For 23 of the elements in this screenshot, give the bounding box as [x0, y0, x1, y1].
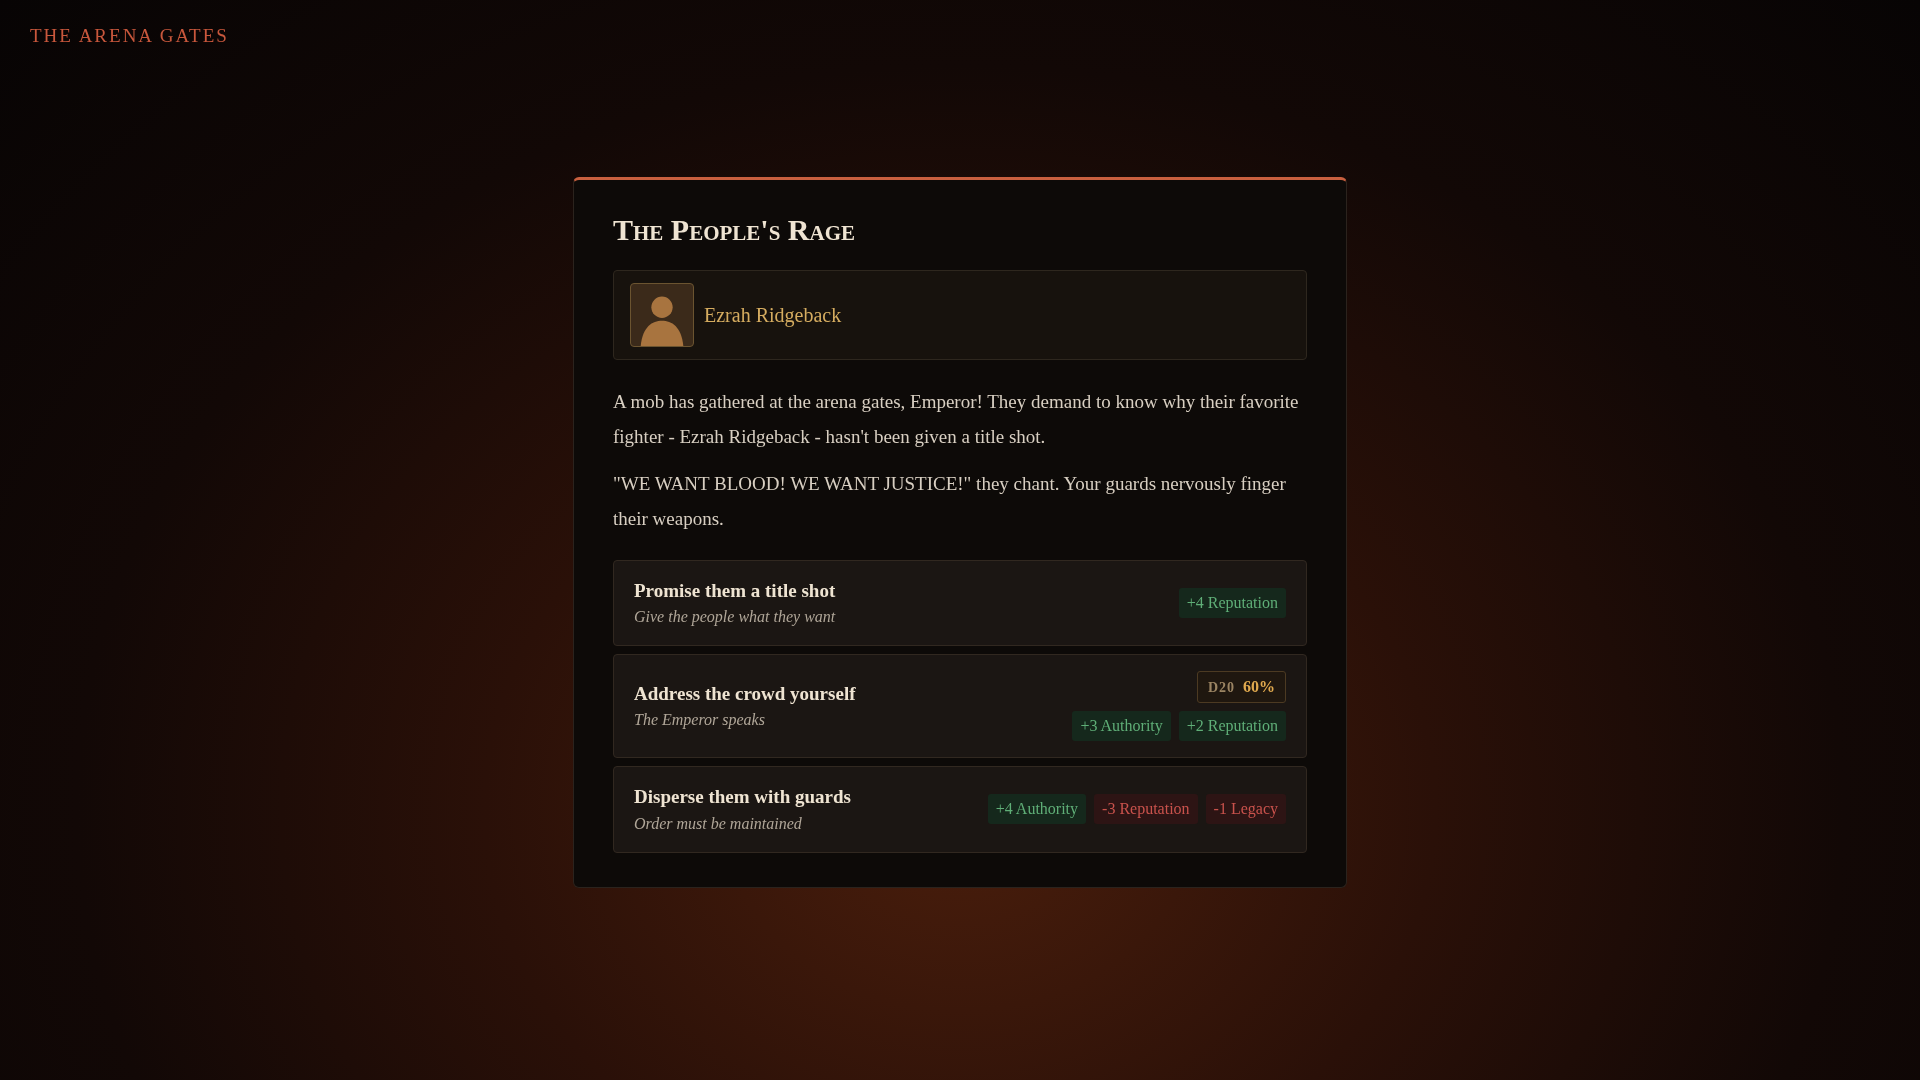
effect-tag: +3 Authority — [1072, 711, 1171, 741]
effect-tag: +2 Reputation — [1178, 711, 1286, 741]
choice-option[interactable]: Promise them a title shot Give the people what they want +4 Reputation — [613, 559, 1307, 646]
choice-option[interactable]: Address the crowd yourself The Emperor speaks D20 60% +3 Authority +2 Reputation — [613, 654, 1307, 758]
choice-subtitle: The Emperor speaks — [634, 710, 766, 731]
effect-tag: +4 Authority — [987, 794, 1087, 825]
choice-title: Promise them a title shot — [634, 578, 836, 603]
event-description: A mob has gathered at the arena gates, Emperor! They demand to know why their favorite fighter - Ezrah Ridgeback - hasn't been given a title shot. — [613, 389, 1300, 449]
choice-subtitle: Give the people what they want — [634, 607, 836, 628]
event-description: "WE WANT BLOOD! WE WANT JUSTICE!" they chant. Your guards nervously finger their weapons. — [613, 471, 1287, 531]
effect-tag: -1 Legacy — [1205, 794, 1286, 825]
location-title: THE ARENA GATES — [29, 24, 230, 48]
success-chance: 60% — [1243, 677, 1275, 697]
effect-tag: -3 Reputation — [1094, 794, 1198, 825]
character-name: Ezrah Ridgeback — [704, 302, 842, 329]
dice-label: D20 — [1207, 678, 1235, 697]
choice-title: Address the crowd yourself — [634, 681, 856, 706]
effect-tag: +4 Reputation — [1178, 587, 1286, 618]
choice-title: Disperse them with guards — [634, 785, 851, 809]
choice-subtitle: Order must be maintained — [634, 813, 803, 834]
choice-option[interactable]: Disperse them with guards Order must be maintained +4 Authority -3 Reputation -1 Legacy — [613, 766, 1307, 853]
avatar-silhouette-icon — [630, 282, 694, 347]
event-title: The People's Rage — [613, 211, 857, 248]
